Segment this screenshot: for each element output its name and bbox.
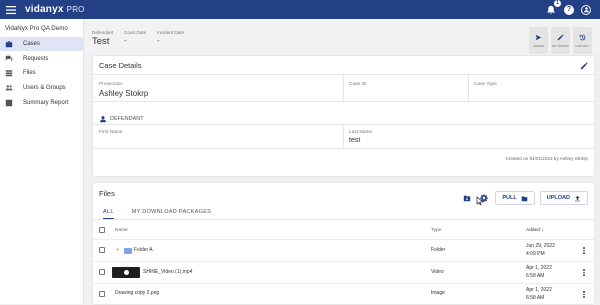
brand-logo[interactable]: vidanyx PRO	[25, 4, 85, 15]
upload-button[interactable]: UPLOAD	[539, 191, 588, 205]
notes-icon	[557, 33, 564, 40]
files-card: Files PULL UPLOAD ALL MY DOWNLOAD PACKAG…	[93, 183, 594, 304]
send-icon	[535, 34, 542, 40]
video-thumbnail[interactable]	[112, 267, 140, 278]
sidebar-item-label: Files	[23, 70, 36, 77]
row-checkbox[interactable]	[99, 247, 105, 253]
more-options-icon[interactable]	[583, 291, 586, 298]
notification-count: 1	[554, 0, 561, 7]
more-options-icon[interactable]	[583, 269, 586, 276]
sidebar: VidaNyx Pro QA Demo Cases Requests Files…	[0, 19, 84, 304]
files-table-header: Name Type Added ↓	[93, 223, 594, 239]
organization-name: VidaNyx Pro QA Demo	[5, 25, 68, 32]
sidebar-item-label: Summary Report	[23, 99, 69, 106]
case-details-card: Case Details Prosecutor Ashley Stokrp Ca…	[93, 56, 594, 176]
sidebar-item-summary-report[interactable]: Summary Report	[0, 96, 83, 110]
table-row[interactable]: SHINE_Video (1).mp4 Video Apr 1, 2022 6:…	[93, 261, 594, 283]
sidebar-item-label: Users & Groups	[23, 85, 66, 92]
table-row[interactable]: Drawing copy 2.png Image Apr 1, 2022 6:5…	[93, 283, 594, 305]
table-row[interactable]: ⌄ Folder A Folder Jun 29, 2022 4:09 PM	[93, 239, 594, 261]
files-title: Files	[99, 189, 115, 198]
my-notes-button[interactable]: MY NOTES	[551, 27, 570, 54]
court-date-summary: Court Date -	[124, 30, 147, 45]
files-icon	[5, 70, 13, 77]
sort-added-header[interactable]: Added ↓	[526, 228, 544, 233]
created-info: Created on 04/01/2022 by Ashley Stokrp	[505, 156, 589, 161]
chevron-down-icon[interactable]: ⌄	[115, 245, 120, 252]
select-all-checkbox[interactable]	[99, 227, 105, 233]
history-icon	[579, 34, 586, 40]
folder-download-icon	[464, 195, 471, 202]
download-folder-button[interactable]	[461, 192, 473, 204]
edit-icon[interactable]	[580, 62, 588, 70]
case-type-field: Case Type	[474, 82, 497, 87]
sidebar-item-label: Requests	[23, 55, 49, 62]
more-options-icon[interactable]	[583, 247, 586, 254]
tab-all[interactable]: ALL	[103, 209, 114, 219]
history-button[interactable]: HISTORY	[573, 27, 592, 54]
case-details-title: Case Details	[99, 61, 142, 70]
menu-icon[interactable]	[2, 0, 20, 19]
sidebar-item-users-groups[interactable]: Users & Groups	[0, 81, 83, 95]
last-name-field: Last Name test	[349, 130, 373, 144]
folder-icon	[124, 248, 132, 254]
incident-date-summary: Incident Date -	[157, 30, 185, 45]
report-icon	[5, 99, 13, 106]
users-icon	[5, 85, 13, 91]
row-checkbox[interactable]	[99, 291, 105, 297]
tab-my-download-packages[interactable]: MY DOWNLOAD PACKAGES	[132, 209, 211, 219]
defendant-summary: Defendant Test	[92, 30, 114, 47]
requests-icon	[5, 55, 13, 62]
first-name-field: First Name	[99, 130, 123, 135]
briefcase-icon	[5, 41, 13, 48]
app-bar: vidanyx PRO 1 ?	[0, 0, 600, 19]
account-avatar-icon[interactable]	[581, 4, 591, 15]
case-id-field: Case ID	[349, 82, 367, 87]
sidebar-item-cases[interactable]: Cases	[0, 37, 83, 51]
share-button[interactable]: SHARE	[529, 27, 548, 54]
person-icon	[100, 116, 106, 123]
sidebar-item-files[interactable]: Files	[0, 66, 83, 80]
mouse-pointer-icon	[476, 196, 484, 206]
sidebar-item-requests[interactable]: Requests	[0, 52, 83, 66]
defendant-section: DEFENDANT	[99, 115, 144, 123]
pull-button[interactable]: PULL	[495, 191, 535, 205]
notifications-icon[interactable]: 1	[545, 0, 561, 16]
sidebar-item-label: Cases	[23, 41, 41, 47]
folder-pull-icon	[521, 195, 528, 201]
help-icon[interactable]: ?	[564, 4, 574, 15]
prosecutor-field: Prosecutor Ashley Stokrp	[99, 82, 149, 98]
case-header: Defendant Test Court Date - Incident Dat…	[84, 19, 600, 54]
upload-icon	[575, 195, 580, 201]
row-checkbox[interactable]	[99, 269, 105, 275]
